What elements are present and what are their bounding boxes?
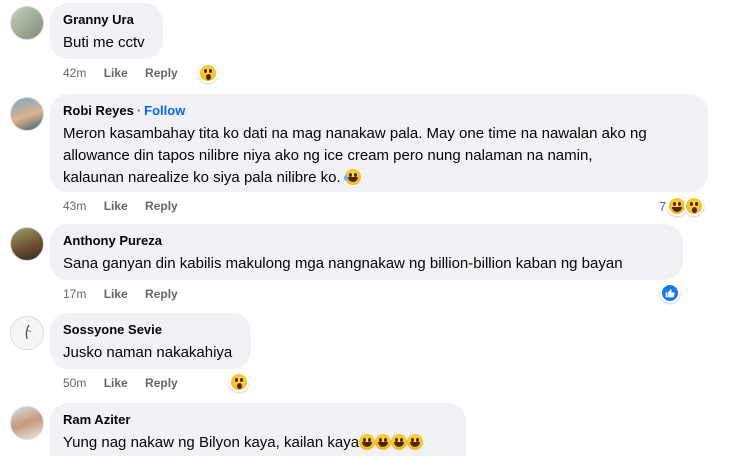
like-button[interactable]: Like bbox=[104, 66, 128, 80]
comment-text-segment: Yung nag nakaw ng Bilyon kaya, kailan ka… bbox=[63, 434, 360, 451]
comment-actions: 43m Like Reply bbox=[63, 199, 192, 213]
comment-text: Meron kasambahay tita ko dati na mag nan… bbox=[63, 123, 696, 189]
like-reaction-icon[interactable] bbox=[660, 283, 680, 303]
comment-bubble: Robi Reyes · Follow Meron kasambahay tita … bbox=[50, 94, 708, 192]
comment-actions: 42m Like Reply bbox=[63, 66, 192, 80]
reply-button[interactable]: Reply bbox=[145, 376, 178, 390]
like-button[interactable]: Like bbox=[104, 287, 128, 301]
comment-author[interactable]: Robi Reyes bbox=[63, 103, 134, 118]
comment-text: Sana ganyan din kabilis makulong mga nan… bbox=[63, 255, 623, 272]
comment-time[interactable]: 42m bbox=[63, 66, 86, 80]
thumbs-up-icon bbox=[665, 289, 675, 298]
comment-author[interactable]: Ram Aziter bbox=[63, 411, 454, 428]
avatar[interactable] bbox=[10, 6, 44, 40]
reaction-count[interactable]: 7 bbox=[659, 199, 666, 214]
comment-text: Jusko naman nakakahiya bbox=[63, 344, 233, 361]
comment-text-segment: kalaunan narealize ko siya pala nilibre … bbox=[63, 169, 341, 186]
comment-author[interactable]: Anthony Pureza bbox=[63, 232, 671, 249]
comment-actions: 17m Like Reply bbox=[63, 287, 192, 301]
comment-actions: 50m Like Reply bbox=[63, 376, 192, 390]
comment-text: Yung nag nakaw ng Bilyon kaya, kailan ka… bbox=[63, 432, 454, 454]
comment-author[interactable]: Sossyone Sevie bbox=[63, 321, 239, 338]
separator-dot: · bbox=[136, 103, 142, 118]
follow-button[interactable]: Follow bbox=[144, 103, 185, 118]
comment-text-line: kalaunan narealize ko siya pala nilibre … bbox=[63, 167, 696, 189]
comment-author-line: Robi Reyes · Follow bbox=[63, 102, 696, 119]
comment-bubble: Ram Aziter Yung nag nakaw ng Bilyon kaya… bbox=[50, 403, 466, 456]
avatar[interactable] bbox=[10, 316, 44, 350]
comment-time[interactable]: 17m bbox=[63, 287, 86, 301]
comment-bubble: Anthony Pureza Sana ganyan din kabilis m… bbox=[50, 224, 683, 280]
reply-button[interactable]: Reply bbox=[145, 199, 178, 213]
like-button[interactable]: Like bbox=[104, 199, 128, 213]
comment-time[interactable]: 50m bbox=[63, 376, 86, 390]
laughing-emoji-icon bbox=[407, 434, 424, 450]
comment-text-line: allowance din tapos nilibre niya ako ng … bbox=[63, 147, 593, 164]
avatar[interactable] bbox=[10, 406, 44, 440]
avatar-sketch-icon bbox=[25, 324, 32, 340]
reply-button[interactable]: Reply bbox=[145, 287, 178, 301]
comment-text-line: Meron kasambahay tita ko dati na mag nan… bbox=[63, 125, 647, 142]
avatar[interactable] bbox=[10, 227, 44, 261]
wow-reaction-icon[interactable] bbox=[684, 196, 704, 216]
wow-reaction-icon[interactable] bbox=[229, 372, 249, 392]
laughing-emoji-icon bbox=[391, 434, 408, 450]
avatar[interactable] bbox=[10, 97, 44, 131]
comment-bubble: Granny Ura Buti me cctv bbox=[50, 3, 163, 59]
like-button[interactable]: Like bbox=[104, 376, 128, 390]
comment-bubble: Sossyone Sevie Jusko naman nakakahiya bbox=[50, 313, 251, 369]
wow-reaction-icon[interactable] bbox=[198, 63, 218, 83]
laughing-emoji-icon bbox=[359, 434, 376, 450]
comment-author[interactable]: Granny Ura bbox=[63, 11, 151, 28]
comment-time[interactable]: 43m bbox=[63, 199, 86, 213]
laughing-emoji-icon bbox=[375, 434, 392, 450]
comment-text: Buti me cctv bbox=[63, 34, 145, 51]
crying-face-emoji-icon bbox=[343, 169, 361, 185]
reply-button[interactable]: Reply bbox=[145, 66, 178, 80]
